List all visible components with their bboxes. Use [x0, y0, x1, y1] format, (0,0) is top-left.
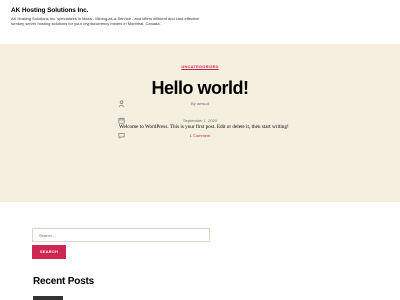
post-author-meta: By amsud	[118, 100, 298, 108]
post-comments-link[interactable]: 1 Comment	[118, 133, 282, 138]
search-form: Search ...	[32, 228, 210, 242]
post-content: Welcome to WordPress. This is your first…	[119, 124, 289, 130]
search-button[interactable]: SEARCH	[32, 245, 66, 259]
recent-post-item-partial[interactable]	[33, 296, 63, 300]
site-description: AK Hosting Solutions Inc. specializes in…	[11, 16, 200, 27]
post-title[interactable]: Hello world!	[0, 75, 400, 101]
site-header: AK Hosting Solutions Inc. AK Hosting Sol…	[0, 0, 400, 44]
post-author[interactable]: By amsud	[118, 101, 282, 106]
post-comments-meta: 1 Comment	[118, 132, 298, 140]
site-title[interactable]: AK Hosting Solutions Inc.	[11, 7, 88, 14]
post-category-link[interactable]: UNCATEGORIZED	[0, 64, 400, 69]
search-input[interactable]: Search ...	[32, 228, 210, 242]
recent-posts-heading: Recent Posts	[33, 276, 94, 287]
